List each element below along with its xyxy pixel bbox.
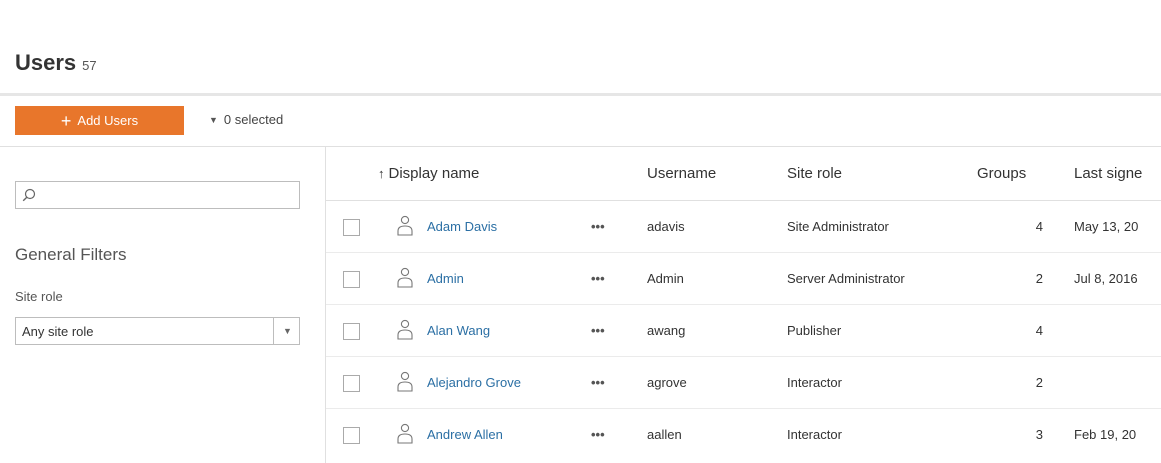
column-header-display-name[interactable]: ↑ Display name (378, 165, 479, 182)
chevron-down-icon: ▼ (283, 326, 292, 336)
table-row: Andrew Allen ••• aallen Interactor 3 Feb… (326, 409, 1161, 461)
username-cell: awang (647, 323, 686, 338)
site-role-cell: Server Administrator (787, 271, 905, 286)
page-title-text: Users (15, 50, 77, 75)
page-header: Users 57 (0, 0, 1161, 96)
users-table: ↑ Display name Username Site role Groups … (326, 147, 1161, 461)
site-role-label: Site role (15, 289, 63, 304)
row-checkbox[interactable] (343, 323, 360, 340)
user-count: 57 (82, 58, 97, 73)
chevron-down-icon: ▼ (209, 115, 218, 125)
last-signed-in-cell: Feb 19, 20 (1074, 427, 1137, 442)
site-role-cell: Interactor (787, 375, 842, 390)
site-role-cell: Site Administrator (787, 219, 889, 234)
selected-count-label: 0 selected (223, 112, 284, 127)
display-name-link[interactable]: Andrew Allen (427, 427, 503, 442)
more-actions-icon[interactable]: ••• (591, 375, 605, 390)
groups-cell: 2 (1035, 271, 1043, 286)
user-icon (397, 371, 413, 392)
table-row: Adam Davis ••• adavis Site Administrator… (326, 201, 1161, 253)
column-header-groups[interactable]: Groups (977, 165, 1026, 182)
display-name-link[interactable]: Alejandro Grove (427, 375, 521, 390)
more-actions-icon[interactable]: ••• (591, 427, 605, 442)
site-role-select-value: Any site role (22, 324, 94, 339)
user-icon (397, 319, 413, 340)
general-filters-heading: General Filters (15, 245, 127, 264)
table-header: ↑ Display name Username Site role Groups … (326, 147, 1161, 201)
username-cell: adavis (647, 219, 685, 234)
more-actions-icon[interactable]: ••• (591, 323, 605, 338)
row-checkbox[interactable] (343, 427, 360, 444)
username-cell: aallen (647, 427, 682, 442)
column-header-username[interactable]: Username (647, 165, 716, 182)
search-input[interactable] (15, 181, 300, 209)
row-checkbox[interactable] (343, 375, 360, 392)
display-name-link[interactable]: Alan Wang (427, 323, 490, 338)
user-icon (397, 423, 413, 444)
more-actions-icon[interactable]: ••• (591, 219, 605, 234)
row-checkbox[interactable] (343, 271, 360, 288)
user-icon (397, 215, 413, 236)
plus-icon: + (60, 110, 72, 131)
groups-cell: 4 (1035, 219, 1043, 234)
search-icon (22, 188, 36, 202)
add-users-label: Add Users (77, 113, 139, 128)
sort-ascending-icon: ↑ (378, 166, 385, 181)
column-header-site-role[interactable]: Site role (787, 165, 842, 182)
table-body: Adam Davis ••• adavis Site Administrator… (326, 201, 1161, 461)
last-signed-in-cell: May 13, 20 (1074, 219, 1139, 234)
table-row: Alejandro Grove ••• agrove Interactor 2 (326, 357, 1161, 409)
toolbar: + Add Users ▼ 0 selected (0, 96, 1161, 147)
add-users-button[interactable]: + Add Users (15, 106, 184, 135)
last-signed-in-cell: Jul 8, 2016 (1074, 271, 1138, 286)
site-role-select-toggle[interactable]: ▼ (273, 318, 299, 344)
username-cell: agrove (647, 375, 687, 390)
column-header-last-signed-in[interactable]: Last signe (1074, 165, 1142, 182)
selection-dropdown[interactable]: ▼ 0 selected (209, 112, 283, 127)
groups-cell: 3 (1035, 427, 1043, 442)
site-role-cell: Interactor (787, 427, 842, 442)
username-cell: Admin (647, 271, 684, 286)
display-name-link[interactable]: Admin (427, 271, 464, 286)
display-name-link[interactable]: Adam Davis (427, 219, 497, 234)
site-role-cell: Publisher (787, 323, 842, 338)
filter-sidebar: General Filters Site role Any site role … (0, 147, 325, 463)
page-title: Users 57 (15, 50, 97, 76)
groups-cell: 4 (1035, 323, 1043, 338)
table-row: Alan Wang ••• awang Publisher 4 (326, 305, 1161, 357)
column-header-label: Display name (388, 165, 480, 182)
user-icon (397, 267, 413, 288)
table-row: Admin ••• Admin Server Administrator 2 J… (326, 253, 1161, 305)
site-role-select[interactable]: Any site role ▼ (15, 317, 300, 345)
row-checkbox[interactable] (343, 219, 360, 236)
groups-cell: 2 (1035, 375, 1043, 390)
more-actions-icon[interactable]: ••• (591, 271, 605, 286)
